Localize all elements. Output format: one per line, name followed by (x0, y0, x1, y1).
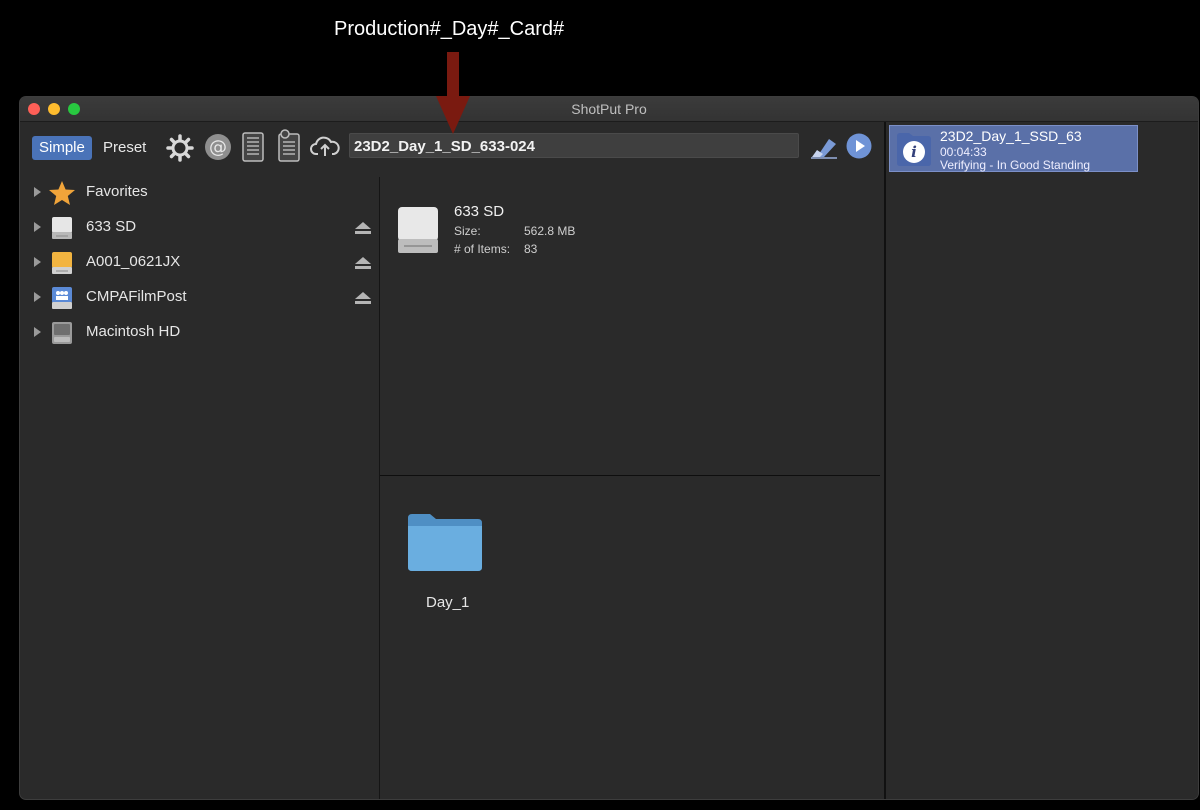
drive-large-icon (398, 207, 438, 253)
queue-item-title: 23D2_Day_1_SSD_63 (940, 128, 1082, 144)
annotation-label: Production#_Day#_Card# (334, 18, 565, 40)
sidebar-item-a001[interactable]: A001_0621JX (20, 247, 379, 277)
items-value: 83 (524, 242, 538, 256)
sidebar-item-label: 633 SD (86, 218, 137, 235)
sidebar: Favorites 633 SD A001_0621JX CMPAFilmPos… (20, 177, 379, 799)
items-label: # of Items: (454, 242, 511, 256)
sidebar-item-cmpafilmpost[interactable]: CMPAFilmPost (20, 282, 379, 312)
eject-icon[interactable] (355, 222, 371, 234)
drive-items-row: # of Items: 83 (454, 242, 537, 256)
drive-icon (52, 217, 72, 239)
disclosure-triangle-icon[interactable] (34, 222, 41, 232)
sidebar-item-label: Favorites (86, 183, 148, 200)
title-bar: ShotPut Pro (20, 97, 1198, 122)
window-title: ShotPut Pro (571, 101, 647, 117)
star-icon (49, 181, 75, 205)
name-format-input[interactable]: 23D2_Day_1_SD_633-024 (349, 133, 799, 158)
at-sign-icon[interactable]: @ (204, 133, 232, 161)
eraser-icon[interactable] (809, 133, 839, 159)
files-pane: Day_1 (380, 476, 880, 799)
preset-mode-button[interactable]: Preset (96, 136, 153, 160)
job-queue: i 23D2_Day_1_SSD_63 00:04:33 Verifying -… (886, 122, 1198, 799)
folder-icon[interactable] (406, 510, 484, 572)
sidebar-item-633-sd[interactable]: 633 SD (20, 212, 379, 242)
app-window: ShotPut Pro Simple Preset @ 23D2_Day_1_S… (20, 97, 1198, 799)
drive-name: 633 SD (454, 203, 505, 220)
size-value: 562.8 MB (524, 224, 576, 238)
sidebar-item-favorites[interactable]: Favorites (20, 177, 379, 207)
cloud-upload-icon[interactable] (310, 134, 340, 158)
annotation-arrow (436, 52, 470, 134)
eject-icon[interactable] (355, 257, 371, 269)
sidebar-item-macintosh-hd[interactable]: Macintosh HD (20, 317, 379, 347)
drive-orange-icon (52, 252, 72, 274)
info-folder-icon: i (897, 133, 931, 166)
svg-text:i: i (911, 143, 917, 161)
info-pane: 633 SD Size: 562.8 MB # of Items: 83 (380, 177, 880, 475)
hard-disk-icon (52, 322, 72, 344)
simple-mode-button[interactable]: Simple (32, 136, 92, 160)
queue-item[interactable]: i 23D2_Day_1_SSD_63 00:04:33 Verifying -… (889, 125, 1138, 172)
list-document-icon[interactable] (242, 132, 264, 162)
gear-icon[interactable] (166, 134, 194, 162)
size-label: Size: (454, 224, 481, 238)
queue-item-time: 00:04:33 (940, 145, 987, 159)
disclosure-triangle-icon[interactable] (34, 327, 41, 337)
eject-icon[interactable] (355, 292, 371, 304)
play-icon[interactable] (846, 133, 872, 159)
queue-item-status: Verifying - In Good Standing (940, 158, 1091, 172)
network-drive-icon (52, 287, 72, 309)
sidebar-item-label: CMPAFilmPost (86, 288, 187, 305)
disclosure-triangle-icon[interactable] (34, 292, 41, 302)
sidebar-item-label: A001_0621JX (86, 253, 181, 270)
drive-size-row: Size: 562.8 MB (454, 224, 575, 238)
disclosure-triangle-icon[interactable] (34, 257, 41, 267)
svg-text:@: @ (209, 137, 227, 158)
folder-label: Day_1 (426, 594, 470, 611)
sidebar-item-label: Macintosh HD (86, 323, 181, 340)
clipboard-icon[interactable] (277, 129, 301, 162)
disclosure-triangle-icon[interactable] (34, 187, 41, 197)
